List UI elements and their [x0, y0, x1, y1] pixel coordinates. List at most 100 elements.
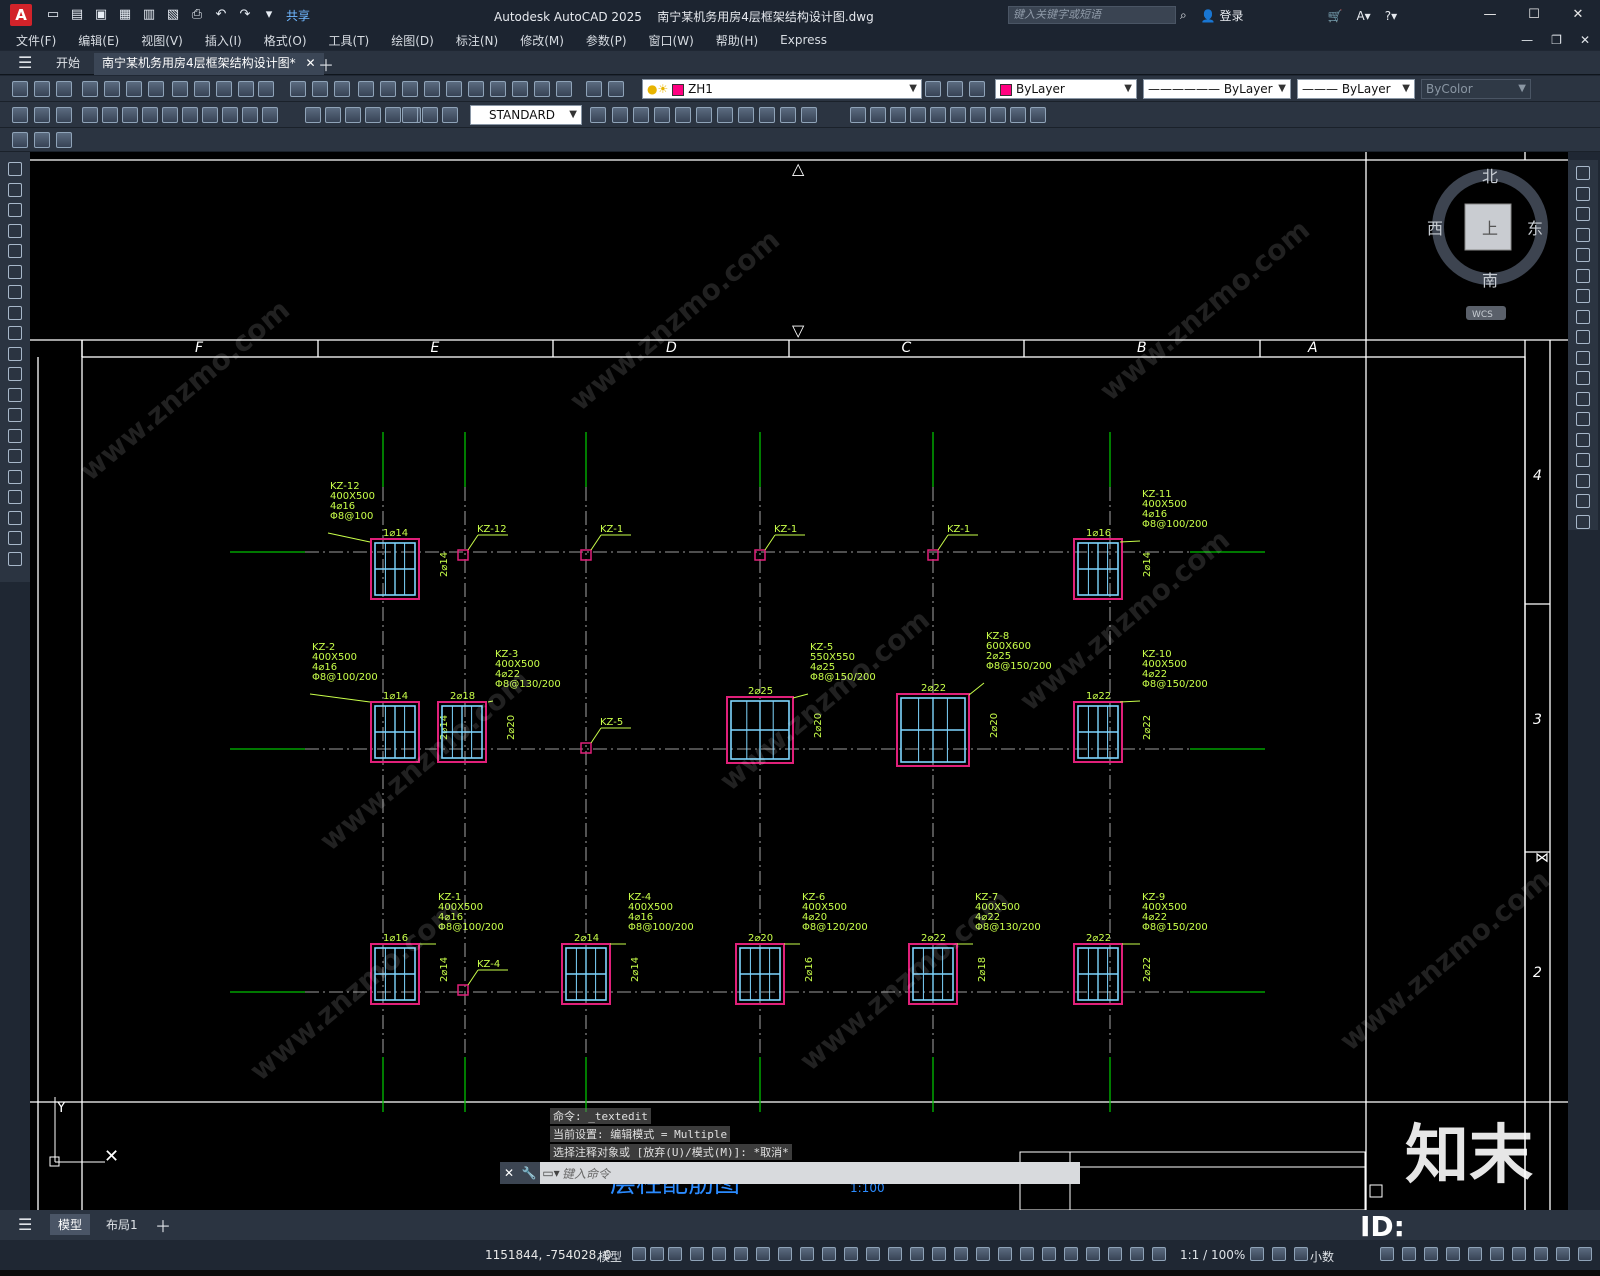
toolbar-tool-icon[interactable] [759, 107, 775, 123]
side-tool-icon[interactable] [1576, 268, 1590, 283]
maximize-icon[interactable]: ☐ [1512, 0, 1556, 30]
toolbar-tool-icon[interactable] [365, 107, 381, 123]
side-tool-icon[interactable] [1576, 350, 1590, 365]
side-tool-icon[interactable] [1576, 453, 1590, 467]
toolbar-tool-icon[interactable] [590, 107, 606, 123]
side-tool-icon[interactable] [8, 203, 22, 217]
status-toggle-icon[interactable] [778, 1247, 792, 1261]
toolbar-tool-icon[interactable] [325, 107, 341, 123]
toolbar-tool-icon[interactable] [122, 107, 138, 123]
toolbar-tool-icon[interactable] [34, 81, 50, 97]
status-toggle-icon[interactable] [1556, 1247, 1570, 1261]
status-toggle-icon[interactable] [1512, 1247, 1526, 1261]
annotation-scale[interactable]: 1:1 / 100% [1180, 1248, 1245, 1262]
side-tool-icon[interactable] [8, 264, 22, 279]
menu-item[interactable]: 编辑(E) [78, 32, 119, 49]
toolbar-tool-icon[interactable] [556, 81, 572, 97]
status-toggle-icon[interactable] [1294, 1247, 1308, 1261]
toolbar-tool-icon[interactable] [612, 107, 628, 123]
side-tool-icon[interactable] [1576, 494, 1590, 508]
menu-item[interactable]: 窗口(W) [649, 32, 694, 49]
toolbar-tool-icon[interactable] [850, 107, 866, 123]
toolbar-tool-icon[interactable] [890, 107, 906, 123]
toolbar-tool-icon[interactable] [34, 132, 50, 148]
status-toggle-icon[interactable] [1578, 1247, 1592, 1261]
side-tool-icon[interactable] [8, 490, 22, 504]
status-toggle-icon[interactable] [976, 1247, 990, 1261]
toolbar-tool-icon[interactable] [534, 81, 550, 97]
side-tool-icon[interactable] [1576, 473, 1590, 488]
toolbar-tool-icon[interactable] [262, 107, 278, 123]
side-tool-icon[interactable] [1576, 391, 1590, 406]
toolbar-tool-icon[interactable] [142, 107, 158, 123]
toolbar-tool-icon[interactable] [780, 107, 796, 123]
status-toggle-icon[interactable] [712, 1247, 726, 1261]
status-toggle-icon[interactable] [1020, 1247, 1034, 1261]
toolbar-tool-icon[interactable] [608, 81, 624, 97]
command-close-icon[interactable]: ✕ [500, 1162, 518, 1184]
layout-list-icon[interactable]: ☰ [18, 1215, 32, 1234]
toolbar-tool-icon[interactable] [870, 107, 886, 123]
toolbar-tool-icon[interactable] [312, 81, 328, 97]
toolbar-tool-icon[interactable] [490, 81, 506, 97]
toolbar-tool-icon[interactable] [12, 107, 28, 123]
doc-restore-icon[interactable]: ❐ [1551, 30, 1562, 50]
side-tool-icon[interactable] [8, 469, 22, 484]
add-layout-icon[interactable]: ＋ [155, 1213, 171, 1237]
toolbar-tool-icon[interactable] [468, 81, 484, 97]
side-tool-icon[interactable] [8, 326, 22, 340]
toolbar-tool-icon[interactable] [402, 107, 418, 123]
toolbar-tool-icon[interactable] [738, 107, 754, 123]
toolbar-tool-icon[interactable] [358, 81, 374, 97]
toolbar-tool-icon[interactable] [910, 107, 926, 123]
status-toggle-icon[interactable] [910, 1247, 924, 1261]
tab-model[interactable]: 模型 [50, 1214, 91, 1235]
toolbar-tool-icon[interactable] [56, 132, 72, 148]
coordinates-readout[interactable]: 1151844, -754028, 0 [485, 1248, 611, 1262]
status-toggle-icon[interactable] [1130, 1247, 1144, 1261]
toolbar-tool-icon[interactable] [424, 81, 440, 97]
menu-item[interactable]: Express [780, 33, 827, 47]
side-tool-icon[interactable] [8, 223, 22, 238]
small-column-tag[interactable]: KZ-5 [580, 717, 631, 754]
small-column-tag[interactable]: KZ-12 [457, 524, 508, 561]
toolbar-tool-icon[interactable] [82, 81, 98, 97]
side-tool-icon[interactable] [8, 182, 22, 197]
status-toggle-icon[interactable] [888, 1247, 902, 1261]
toolbar-tool-icon[interactable] [385, 107, 401, 123]
menu-item[interactable]: 文件(F) [16, 32, 56, 49]
column-detail[interactable]: 1⌀142⌀14KZ-12400X5004⌀16Φ8@100 [327, 481, 450, 600]
menu-item[interactable]: 帮助(H) [716, 32, 758, 49]
toolbar-tool-icon[interactable] [104, 81, 120, 97]
toolbar-tool-icon[interactable] [675, 107, 691, 123]
toolbar-tool-icon[interactable] [102, 107, 118, 123]
toolbar-tool-icon[interactable] [194, 81, 210, 97]
toolbar-tool-icon[interactable] [34, 107, 50, 123]
side-tool-icon[interactable] [8, 305, 22, 320]
side-tool-icon[interactable] [1576, 207, 1590, 221]
linetype-dropdown[interactable]: —————— ByLayer ▼ [1143, 79, 1291, 99]
side-tool-icon[interactable] [8, 244, 22, 258]
toolbar-tool-icon[interactable] [216, 81, 232, 97]
share-button[interactable]: 共享 [286, 7, 310, 24]
menu-item[interactable]: 绘图(D) [391, 32, 434, 49]
toolbar-tool-icon[interactable] [717, 107, 733, 123]
side-tool-icon[interactable] [1576, 186, 1590, 201]
help-icon[interactable]: ?▾ [1385, 9, 1397, 23]
customize-dropdown-icon[interactable]: ▾ [260, 7, 278, 23]
toolbar-tool-icon[interactable] [148, 81, 164, 97]
plotstyle-dropdown[interactable]: ByColor ▼ [1421, 79, 1531, 99]
toolbar-tool-icon[interactable] [947, 81, 963, 97]
status-toggle-icon[interactable] [668, 1247, 682, 1261]
toolbar-tool-icon[interactable] [82, 107, 98, 123]
save-as-icon[interactable]: ▦ [116, 7, 134, 23]
toolbar-tool-icon[interactable] [442, 107, 458, 123]
toolbar-tool-icon[interactable] [126, 81, 142, 97]
side-tool-icon[interactable] [1576, 227, 1590, 242]
toolbar-tool-icon[interactable] [56, 81, 72, 97]
toolbar-tool-icon[interactable] [380, 81, 396, 97]
status-toggle-icon[interactable] [1380, 1247, 1394, 1261]
status-toggle-icon[interactable] [1108, 1247, 1122, 1261]
side-tool-icon[interactable] [1576, 330, 1590, 344]
side-tool-icon[interactable] [1576, 412, 1590, 426]
